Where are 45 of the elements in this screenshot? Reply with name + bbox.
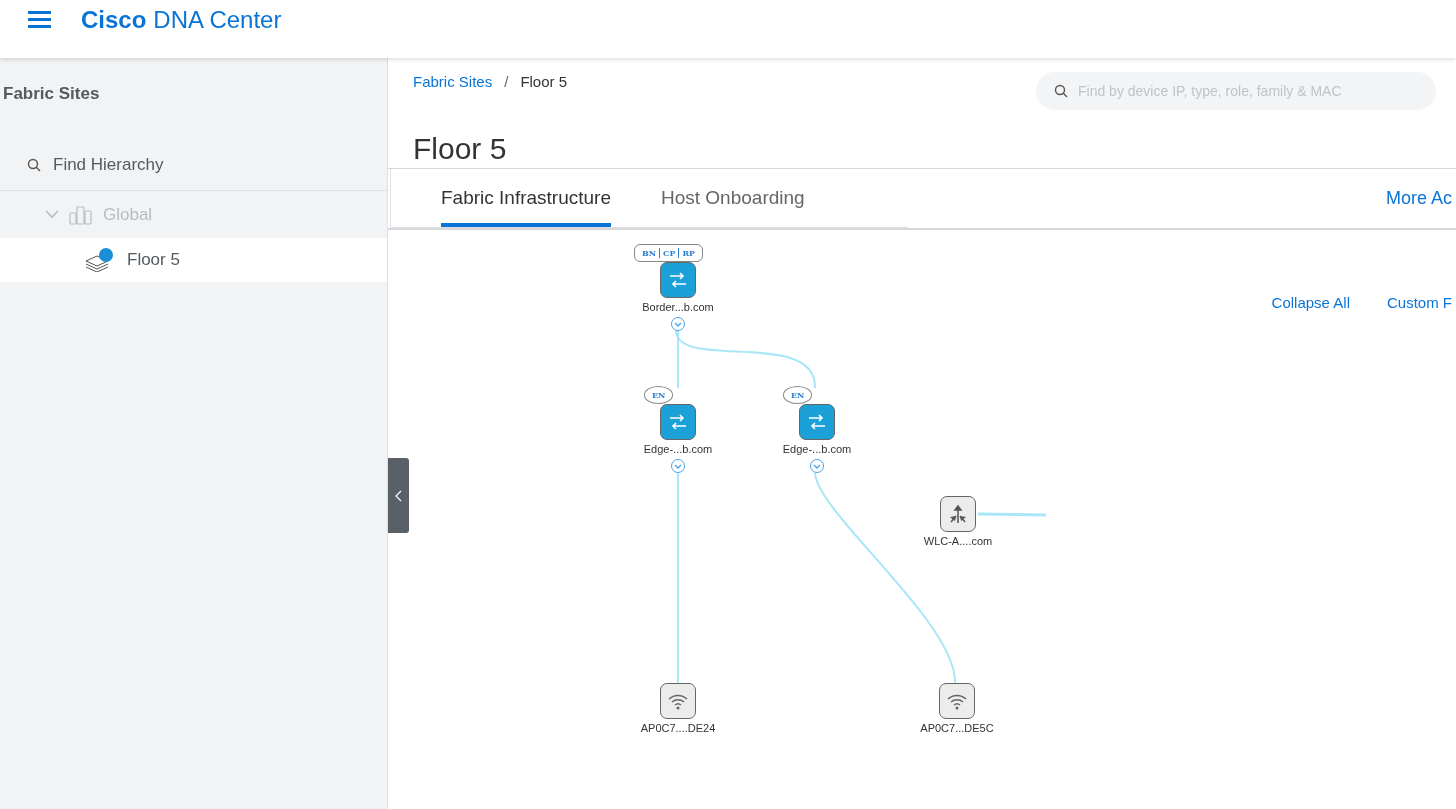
toolbar-link[interactable]: Custom F	[1387, 294, 1452, 311]
device-node[interactable]	[799, 404, 835, 440]
device-node[interactable]	[660, 683, 696, 719]
buildings-icon	[69, 204, 93, 225]
role-badge: EN	[644, 386, 674, 404]
device-node[interactable]	[940, 496, 976, 532]
tree-item[interactable]: Floor 5	[0, 238, 387, 282]
chevron-left-icon	[395, 489, 402, 502]
expand-toggle[interactable]	[810, 459, 824, 473]
device-label: Edge-...b.com	[643, 443, 713, 455]
chevron-down-icon	[813, 463, 821, 469]
app-logo: Cisco DNA Center	[81, 6, 282, 34]
role-badge: BN CP RP	[634, 244, 704, 262]
device-node[interactable]	[939, 683, 975, 719]
chevron-down-icon	[674, 463, 682, 469]
page-title: Floor 5	[412, 131, 508, 167]
breadcrumb-link[interactable]: Fabric Sites	[413, 73, 493, 90]
sidebar-title: Fabric Sites	[2, 83, 101, 104]
role-badge: EN	[783, 386, 813, 404]
device-label: Border...b.com	[642, 301, 714, 313]
tab[interactable]: Fabric Infrastructure	[441, 169, 611, 227]
device-label: AP0C7...DE5C	[920, 722, 994, 734]
device-label: Edge-...b.com	[782, 443, 852, 455]
expand-toggle[interactable]	[671, 459, 685, 473]
breadcrumb-current: Floor 5	[520, 73, 568, 90]
collapse-handle[interactable]	[388, 458, 409, 533]
expand-toggle[interactable]	[671, 317, 685, 331]
tab[interactable]: Host Onboarding	[661, 169, 805, 227]
search-icon	[27, 158, 41, 172]
switch-arrows-icon	[667, 412, 689, 432]
device-label: AP0C7....DE24	[640, 722, 716, 734]
device-label: WLC-A....com	[923, 535, 993, 547]
wifi-icon	[946, 692, 968, 710]
menu-icon[interactable]	[28, 11, 51, 29]
wifi-icon	[667, 692, 689, 710]
device-node[interactable]	[660, 262, 696, 298]
search-field[interactable]: Find Hierarchy	[51, 154, 355, 176]
more-actions-link[interactable]: More Ac	[1385, 188, 1452, 209]
toolbar-link[interactable]: Collapse All	[1271, 294, 1350, 311]
chevron-down-icon	[674, 321, 682, 327]
device-node[interactable]	[660, 404, 696, 440]
breadcrumb-separator: /	[504, 73, 509, 90]
switch-arrows-icon	[806, 412, 828, 432]
converging-arrows-icon	[947, 504, 969, 524]
switch-arrows-icon	[667, 270, 689, 290]
